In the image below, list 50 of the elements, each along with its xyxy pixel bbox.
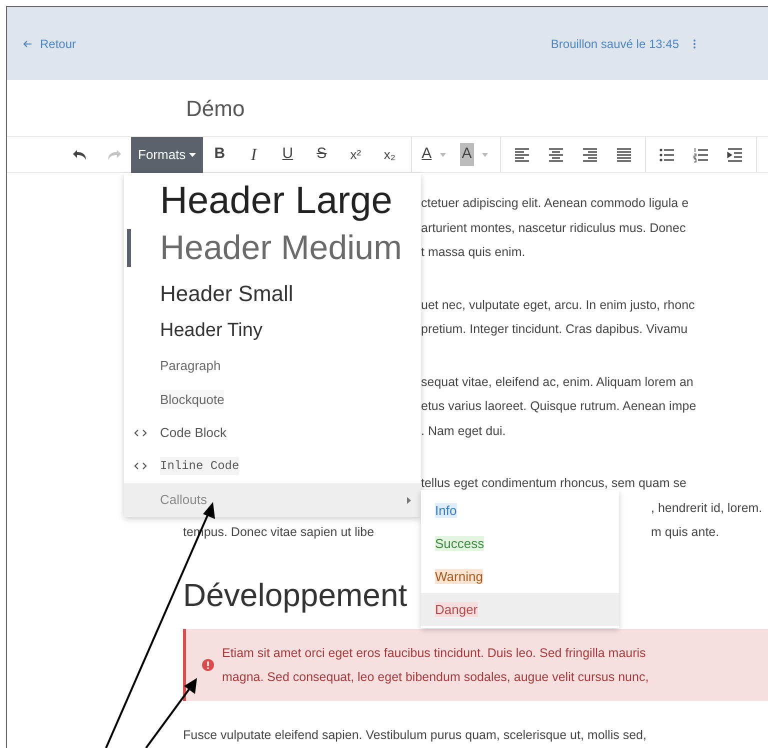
align-center-icon[interactable] xyxy=(548,146,564,162)
strikethrough-button[interactable]: S xyxy=(304,140,339,168)
text-line: Fusce vulputate eleifend sapien. Vestibulum purus quam, scelerisque ut, mollis sed, xyxy=(183,726,646,744)
text-line: . Nam eget dui. xyxy=(421,422,506,440)
menu-item[interactable]: Success xyxy=(421,527,619,560)
highlight-button[interactable]: A xyxy=(454,140,480,168)
menu-item[interactable]: Info xyxy=(421,494,619,527)
text-line: tellus eget condimentum rhoncus, sem quam se xyxy=(421,475,686,492)
bold-button[interactable]: B xyxy=(202,140,237,168)
callout-text: Etiam sit amet orci eget eros faucibus tincidunt. Duis leo. Sed fringilla mauris magna. Sed consequat, leo eget bibendum sodales, augue velit cursus nunc, xyxy=(222,644,649,686)
menu-item[interactable]: Header Large xyxy=(124,179,421,223)
align-left-icon[interactable] xyxy=(514,146,530,162)
text-line: sequat vitae, eleifend ac, enim. Aliquam lorem an xyxy=(421,374,694,391)
back-arrow-icon xyxy=(23,40,32,48)
text-line: etus varius laoreet. Quisque rutrum. Aenean impe xyxy=(421,398,696,415)
menu-item[interactable]: Warning xyxy=(421,560,619,593)
document-title[interactable]: Démo xyxy=(186,92,245,124)
formats-dropdown[interactable]: Formats xyxy=(131,136,203,172)
code-icon xyxy=(134,462,147,470)
text-color-button[interactable]: A xyxy=(416,140,438,168)
menu-item[interactable]: Blockquote xyxy=(124,383,421,416)
text-line: , hendrerit id, lorem. xyxy=(651,500,762,516)
text-line: m quis ante. xyxy=(651,524,720,541)
numbered-list-icon[interactable] xyxy=(692,146,709,162)
superscript-button[interactable]: x² xyxy=(338,140,373,168)
caret-icon xyxy=(188,152,196,156)
code-icon xyxy=(134,428,147,436)
menu-item[interactable]: Danger xyxy=(421,593,619,626)
subscript-button[interactable]: x₂ xyxy=(372,140,407,168)
justify-icon[interactable] xyxy=(616,146,632,162)
save-status: Brouillon sauvé le 13:45 xyxy=(550,36,679,52)
caret-icon xyxy=(407,496,411,504)
menu-item[interactable]: Header Tiny xyxy=(124,313,421,349)
text-line: uet nec, vulputate eget, arcu. In enim justo, rhonc xyxy=(421,296,695,314)
text-line: arturient montes, nascetur ridiculus mus. Donec xyxy=(421,220,686,236)
menu-item[interactable]: Paragraph xyxy=(124,349,421,383)
underline-button[interactable]: U xyxy=(270,140,305,168)
bullet-list-icon[interactable] xyxy=(658,146,675,162)
italic-button[interactable]: I xyxy=(236,140,271,168)
menu-item[interactable]: Inline Code xyxy=(124,449,421,483)
menu-item[interactable]: Code Block xyxy=(124,416,421,449)
text-line: pretium. Integer tincidunt. Cras dapibus. Vivamu xyxy=(421,321,688,338)
menu-item[interactable]: Header Medium xyxy=(124,223,421,273)
indent-icon[interactable] xyxy=(726,146,743,162)
align-right-icon[interactable] xyxy=(582,146,598,162)
menu-item[interactable]: Header Small xyxy=(124,273,421,313)
text-line: ctetuer adipiscing elit. Aenean commodo ligula e xyxy=(421,195,689,212)
text-line: t massa quis enim. xyxy=(421,244,526,261)
more-icon[interactable] xyxy=(693,38,696,48)
section-heading: Développement xyxy=(183,576,408,612)
